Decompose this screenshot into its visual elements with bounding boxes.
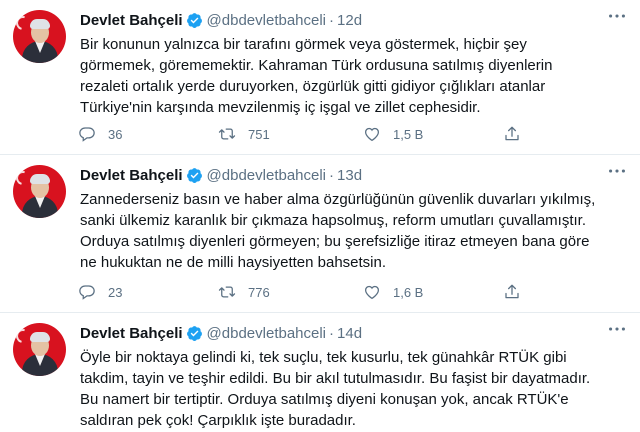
tweet-header: Devlet Bahçeli @dbdevletbahceli · 14d — [80, 323, 362, 343]
verified-badge-icon — [186, 325, 203, 342]
share-button[interactable] — [503, 125, 521, 143]
retweet-arrows-icon — [218, 286, 236, 298]
retweet-button[interactable]: 776 — [218, 283, 270, 301]
tweet-actions: 23 776 1,6 B — [78, 281, 628, 303]
separator-dot: · — [329, 11, 335, 29]
tweet-text: Öyle bir noktaya gelindi ki, tek suçlu, … — [80, 349, 591, 429]
author-name[interactable]: Devlet Bahçeli — [80, 167, 183, 184]
avatar[interactable] — [13, 10, 66, 63]
tweet-timestamp[interactable]: 13d — [337, 167, 362, 184]
author-name[interactable]: Devlet Bahçeli — [80, 12, 183, 29]
heart-icon — [364, 127, 380, 142]
like-count: 1,6 B — [393, 284, 424, 300]
avatar[interactable] — [13, 165, 66, 218]
reply-count: 36 — [108, 126, 123, 142]
separator-dot: · — [329, 166, 335, 184]
like-count: 1,5 B — [393, 126, 424, 142]
avatar[interactable] — [13, 323, 66, 376]
tweet-timestamp[interactable]: 12d — [337, 12, 362, 29]
retweet-button[interactable]: 751 — [218, 125, 270, 143]
more-dots-icon[interactable] — [606, 10, 628, 28]
retweet-count: 776 — [248, 284, 270, 300]
tweet-text: Bir konunun yalnızca bir tarafını görmek… — [80, 36, 553, 116]
author-handle[interactable]: @dbdevletbahceli — [207, 167, 326, 184]
tweet-actions: 36 751 1,5 B — [78, 123, 628, 145]
reply-button[interactable]: 23 — [78, 283, 122, 301]
author-name[interactable]: Devlet Bahçeli — [80, 325, 183, 342]
speech-bubble-icon — [79, 127, 95, 142]
tweet-feed: Devlet Bahçeli @dbdevletbahceli · 12d Bi… — [0, 0, 640, 432]
tweet[interactable]: Devlet Bahçeli @dbdevletbahceli · 12d Bi… — [0, 0, 640, 155]
tweet[interactable]: Devlet Bahçeli @dbdevletbahceli · 14d Öy… — [0, 313, 640, 432]
verified-badge-icon — [186, 12, 203, 29]
share-button[interactable] — [503, 283, 521, 301]
tweet-header: Devlet Bahçeli @dbdevletbahceli · 13d — [80, 165, 362, 185]
more-dots-icon[interactable] — [606, 165, 628, 183]
speech-bubble-icon — [79, 285, 95, 300]
reply-count: 23 — [108, 284, 123, 300]
tweet-text: Zannederseniz basın ve haber alma özgürl… — [80, 191, 596, 271]
separator-dot: · — [329, 324, 335, 342]
like-button[interactable]: 1,5 B — [363, 125, 423, 143]
retweet-count: 751 — [248, 126, 270, 142]
author-handle[interactable]: @dbdevletbahceli — [207, 325, 326, 342]
tweet-header: Devlet Bahçeli @dbdevletbahceli · 12d — [80, 10, 362, 30]
avatar-hair — [30, 332, 50, 342]
retweet-arrows-icon — [218, 128, 236, 140]
avatar-hair — [30, 174, 50, 184]
tweet-timestamp[interactable]: 14d — [337, 325, 362, 342]
avatar-hair — [30, 19, 50, 29]
share-upload-icon — [505, 284, 519, 299]
reply-button[interactable]: 36 — [78, 125, 122, 143]
tweet[interactable]: Devlet Bahçeli @dbdevletbahceli · 13d Za… — [0, 155, 640, 313]
more-dots-icon[interactable] — [606, 323, 628, 341]
heart-icon — [364, 285, 380, 300]
share-upload-icon — [505, 126, 519, 141]
like-button[interactable]: 1,6 B — [363, 283, 423, 301]
author-handle[interactable]: @dbdevletbahceli — [207, 12, 326, 29]
verified-badge-icon — [186, 167, 203, 184]
